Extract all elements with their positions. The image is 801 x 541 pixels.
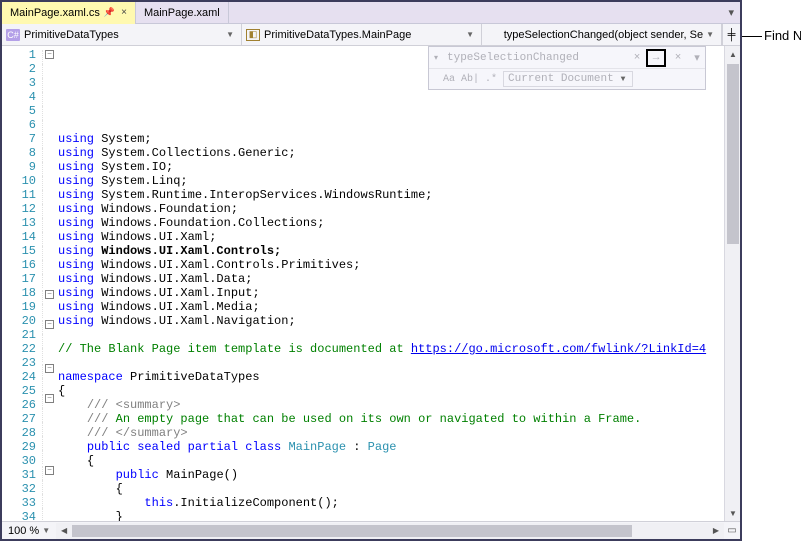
zoom-combo[interactable]: 100 % ▼ xyxy=(2,525,56,537)
callout: Find Next button xyxy=(742,0,801,541)
code-line[interactable]: /// </summary> xyxy=(56,426,724,440)
scroll-down-icon[interactable]: ▼ xyxy=(725,505,740,521)
regex-toggle[interactable]: .* xyxy=(485,74,497,85)
match-case-toggle[interactable]: Aa xyxy=(443,74,455,85)
chevron-down-icon: ▼ xyxy=(42,526,50,535)
code-line[interactable]: using System.Runtime.InteropServices.Win… xyxy=(56,188,724,202)
line-number-gutter: 1234567891011121314151617181920212223242… xyxy=(2,46,42,521)
split-horizontal-button[interactable]: ▭ xyxy=(724,525,740,536)
find-close-button[interactable]: × xyxy=(667,47,689,69)
tab-strip: MainPage.xaml.cs 📌 × MainPage.xaml ▾ xyxy=(2,2,740,24)
find-scope-text: Current Document xyxy=(508,73,614,85)
nav-member-combo[interactable]: typeSelectionChanged(object sender, Se ▼ xyxy=(482,24,722,45)
chevron-down-icon: ▼ xyxy=(618,75,629,84)
scroll-thumb[interactable] xyxy=(727,64,739,244)
code-line[interactable]: /// <summary> xyxy=(56,398,724,412)
chevron-down-icon: ▼ xyxy=(463,30,477,39)
clear-find-icon[interactable]: × xyxy=(629,52,645,64)
csharp-icon: C# xyxy=(6,29,20,41)
chevron-down-icon: ▼ xyxy=(223,30,237,39)
code-line[interactable]: using System; xyxy=(56,132,724,146)
chevron-down-icon: ▼ xyxy=(703,30,717,39)
code-line[interactable]: { xyxy=(56,482,724,496)
method-icon xyxy=(486,29,500,41)
code-area[interactable]: ▾ typeSelectionChanged × → × ▾ Aa Ab| .*… xyxy=(56,46,724,521)
callout-text: Find Next button xyxy=(764,28,801,43)
nav-class-combo[interactable]: ◧ PrimitiveDataTypes.MainPage ▼ xyxy=(242,24,482,45)
code-line[interactable]: } xyxy=(56,510,724,521)
code-line[interactable]: this.InitializeComponent(); xyxy=(56,496,724,510)
tab-mainpage-cs[interactable]: MainPage.xaml.cs 📌 × xyxy=(2,2,136,24)
horizontal-scrollbar[interactable]: ◀ ▶ xyxy=(56,523,724,539)
class-icon: ◧ xyxy=(246,29,260,41)
nav-project-combo[interactable]: C# PrimitiveDataTypes ▼ xyxy=(2,24,242,45)
code-line[interactable]: using Windows.UI.Xaml.Controls; xyxy=(56,244,724,258)
scroll-right-icon[interactable]: ▶ xyxy=(708,526,724,535)
code-line[interactable] xyxy=(56,328,724,342)
editor-footer: 100 % ▼ ◀ ▶ ▭ xyxy=(2,521,740,539)
code-line[interactable]: { xyxy=(56,384,724,398)
pin-icon: 📌 xyxy=(104,7,115,18)
tab-label: MainPage.xaml xyxy=(144,7,220,19)
code-line[interactable]: using Windows.UI.Xaml.Input; xyxy=(56,286,724,300)
code-line[interactable]: using System.Collections.Generic; xyxy=(56,146,724,160)
scroll-up-icon[interactable]: ▲ xyxy=(725,46,740,62)
code-line[interactable]: using Windows.UI.Xaml.Media; xyxy=(56,300,724,314)
navigation-bar: C# PrimitiveDataTypes ▼ ◧ PrimitiveDataT… xyxy=(2,24,740,46)
find-input[interactable]: typeSelectionChanged xyxy=(443,52,629,64)
outlining-margin[interactable]: −−−−−− xyxy=(42,46,56,521)
code-line[interactable]: using System.IO; xyxy=(56,160,724,174)
code-line[interactable]: using Windows.UI.Xaml; xyxy=(56,230,724,244)
tab-mainpage-xaml[interactable]: MainPage.xaml xyxy=(136,2,229,24)
code-line[interactable]: namespace PrimitiveDataTypes xyxy=(56,370,724,384)
match-word-toggle[interactable]: Ab| xyxy=(461,74,479,85)
find-scope-combo[interactable]: Current Document ▼ xyxy=(503,71,633,87)
code-line[interactable]: using Windows.UI.Xaml.Navigation; xyxy=(56,314,724,328)
scroll-thumb[interactable] xyxy=(72,525,632,537)
nav-member-text: typeSelectionChanged(object sender, Se xyxy=(504,29,703,41)
nav-project-text: PrimitiveDataTypes xyxy=(24,29,119,41)
split-view-button[interactable]: ╪ xyxy=(722,24,740,45)
editor[interactable]: 1234567891011121314151617181920212223242… xyxy=(2,46,740,521)
code-line[interactable]: using Windows.Foundation; xyxy=(56,202,724,216)
ide-window: MainPage.xaml.cs 📌 × MainPage.xaml ▾ C# … xyxy=(0,0,742,541)
find-panel: ▾ typeSelectionChanged × → × ▾ Aa Ab| .*… xyxy=(428,46,706,90)
tab-overflow-button[interactable]: ▾ xyxy=(722,6,740,19)
code-line[interactable]: /// An empty page that can be used on it… xyxy=(56,412,724,426)
chevron-down-icon[interactable]: ▾ xyxy=(689,51,705,65)
scroll-left-icon[interactable]: ◀ xyxy=(56,526,72,535)
zoom-value: 100 % xyxy=(8,525,39,537)
code-line[interactable]: using Windows.UI.Xaml.Controls.Primitive… xyxy=(56,258,724,272)
tab-label: MainPage.xaml.cs xyxy=(10,7,100,19)
close-icon[interactable]: × xyxy=(121,7,127,18)
code-line[interactable] xyxy=(56,356,724,370)
code-line[interactable]: using System.Linq; xyxy=(56,174,724,188)
vertical-scrollbar[interactable]: ▲ ▼ xyxy=(724,46,740,521)
code-line[interactable]: using Windows.UI.Xaml.Data; xyxy=(56,272,724,286)
find-next-button[interactable]: → xyxy=(646,49,666,67)
code-line[interactable]: { xyxy=(56,454,724,468)
expand-find-icon[interactable]: ▾ xyxy=(429,53,443,63)
code-line[interactable]: public sealed partial class MainPage : P… xyxy=(56,440,724,454)
code-line[interactable]: public MainPage() xyxy=(56,468,724,482)
nav-class-text: PrimitiveDataTypes.MainPage xyxy=(264,29,411,41)
code-line[interactable]: using Windows.Foundation.Collections; xyxy=(56,216,724,230)
code-line[interactable]: // The Blank Page item template is docum… xyxy=(56,342,724,356)
